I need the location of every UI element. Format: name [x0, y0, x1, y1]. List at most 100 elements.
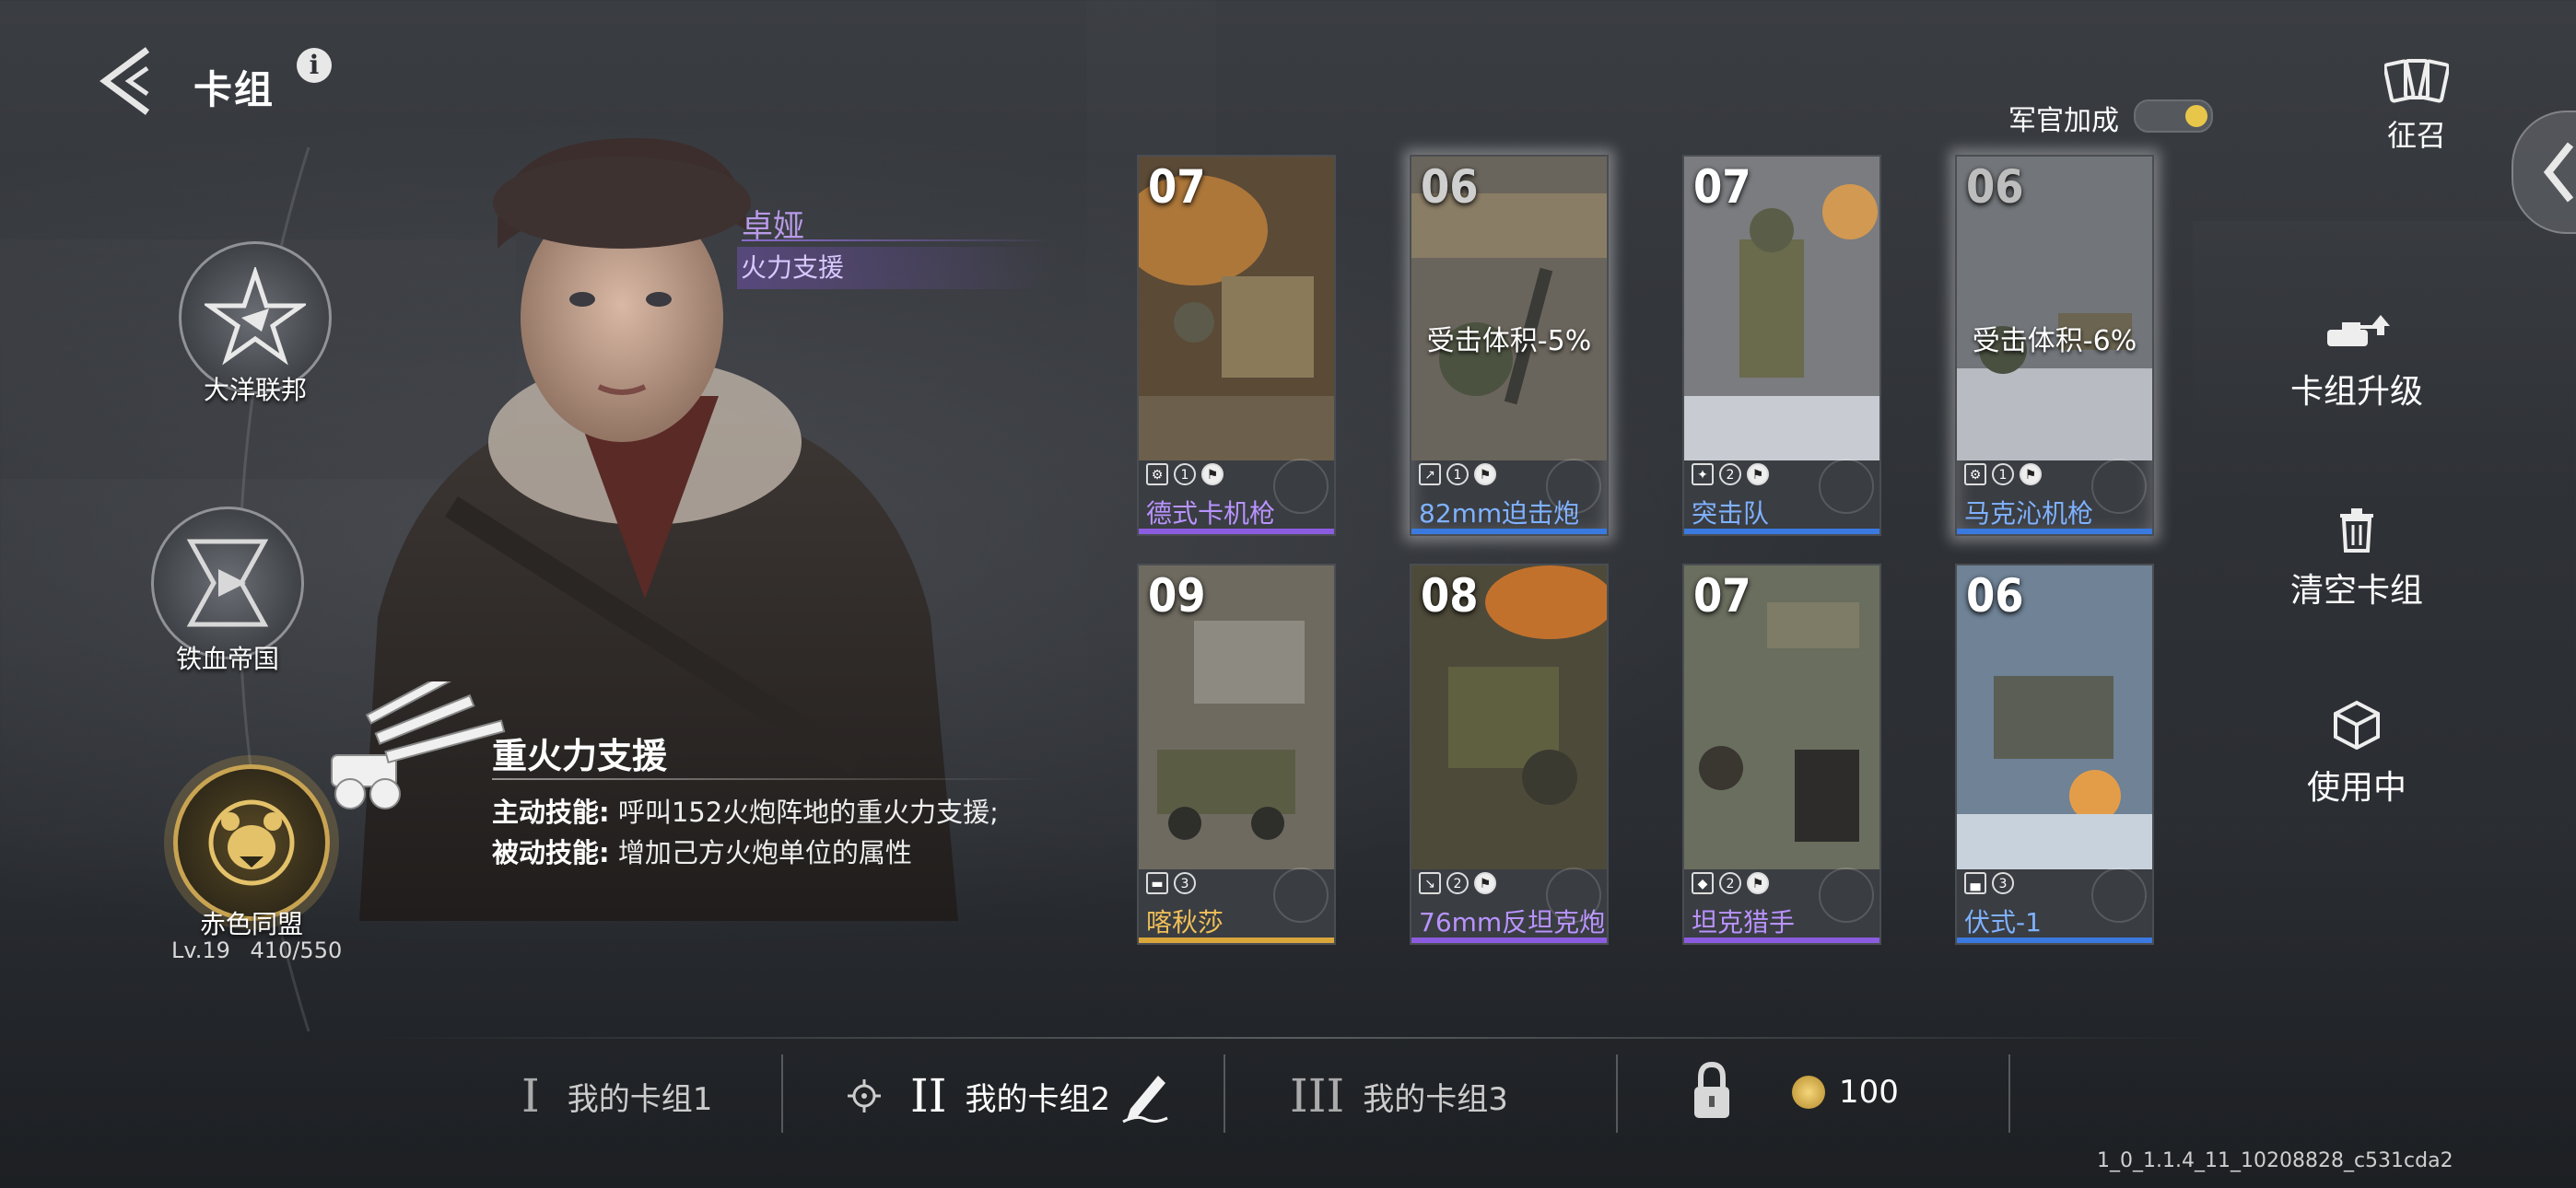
coin-amount: 100 [1839, 1074, 1899, 1111]
deck-label: 我的卡组1 [567, 1080, 713, 1118]
rarity-bar [1411, 938, 1607, 943]
flag-icon: ⚑ [1474, 463, 1496, 485]
rarity-bar [1684, 938, 1879, 943]
flag-icon: ⚑ [2020, 463, 2042, 485]
deck-label: 我的卡组3 [1363, 1080, 1508, 1118]
deck-tab-3[interactable]: III 我的卡组3 [1290, 1059, 1508, 1133]
unit-card[interactable]: 07 ◆ 2 ⚑ 坦克猎手 [1682, 564, 1881, 945]
officer-bonus-toggle[interactable] [2134, 99, 2213, 133]
flag-icon: ⚑ [1201, 463, 1224, 485]
tank-upgrade-icon [2327, 315, 2390, 346]
bear-logo-icon [2091, 868, 2147, 923]
unit-card[interactable]: 07 ✦ 2 ⚑ 突击队 [1682, 155, 1881, 536]
tab-separator [1224, 1054, 1225, 1133]
in-use-label: 使用中 [2306, 769, 2406, 807]
bear-logo-icon [1273, 459, 1329, 514]
deck-number: III [1290, 1069, 1345, 1123]
bear-logo-icon [1819, 459, 1874, 514]
deck-number: I [521, 1069, 540, 1123]
card-icons: ▬ 3 [1146, 869, 1196, 897]
unit-card[interactable]: 06 ▄ 3 伏式-1 [1955, 564, 2154, 945]
level-text: Lv.19 [171, 938, 230, 963]
in-use-button[interactable]: 使用中 [2265, 700, 2449, 809]
rarity-bar [1957, 529, 2152, 534]
card-cost: 06 [1421, 160, 1479, 214]
chevron-left-icon [2543, 142, 2574, 203]
bear-logo-icon [1273, 868, 1329, 923]
card-name: 德式卡机枪 [1146, 498, 1276, 529]
infantry-type-icon: ✦ [1692, 463, 1714, 485]
card-count: 2 [1719, 872, 1741, 894]
faction-ocean-federation[interactable]: 大洋联邦 [177, 241, 334, 405]
trash-icon [2340, 508, 2373, 553]
rocket-truck-type-icon: ▬ [1146, 872, 1168, 894]
faction-label: 铁血帝国 [175, 644, 279, 674]
recruit-button[interactable]: 征召 [2383, 57, 2451, 155]
unit-card[interactable]: 07 ⚙ 1 ⚑ 德式卡机枪 [1137, 155, 1336, 536]
anti-tank-type-icon: ↘ [1419, 872, 1441, 894]
faction-level: Lv.19 410/550 [171, 938, 342, 963]
flag-icon: ⚑ [1747, 463, 1769, 485]
passive-skill-text: 增加己方火炮单位的属性 [617, 837, 912, 868]
flag-icon: ⚑ [1474, 872, 1496, 894]
bear-emblem-icon [173, 764, 330, 921]
bear-logo-icon [1546, 459, 1601, 514]
flag-icon: ⚑ [1747, 872, 1769, 894]
faction-red-alliance[interactable]: 赤色同盟 [173, 764, 330, 939]
tab-separator [1616, 1054, 1618, 1133]
artillery-skill-icon [331, 681, 506, 809]
back-button[interactable] [92, 44, 166, 118]
active-skill-label: 主动技能: [492, 797, 610, 828]
deck-tab-2[interactable]: II 我的卡组2 [846, 1059, 1171, 1133]
skill-title: 重火力支援 [492, 736, 668, 776]
crosshair-icon [848, 1079, 881, 1112]
deck-upgrade-button[interactable]: 卡组升级 [2265, 313, 2449, 413]
grenade-type-icon: ◆ [1692, 872, 1714, 894]
faction-label: 赤色同盟 [199, 909, 303, 939]
deck-tab-1[interactable]: I 我的卡组1 [521, 1059, 712, 1133]
unit-card[interactable]: 06 受击体积-6% ⚙ 1 ⚑ 马克沁机枪 [1955, 155, 2154, 536]
unit-card[interactable]: 09 ▬ 3 喀秋莎 [1137, 564, 1336, 945]
card-cost: 06 [1966, 160, 2024, 214]
recruit-cards-icon [2383, 59, 2451, 103]
passive-skill-label: 被动技能: [492, 837, 610, 868]
edit-pen-icon[interactable] [1119, 1068, 1171, 1124]
card-cost: 07 [1693, 160, 1751, 214]
info-icon[interactable]: i [297, 48, 332, 83]
build-version: 1_0_1.1.4_11_10208828_c531cda2 [2097, 1149, 2453, 1172]
card-cost: 08 [1421, 569, 1479, 623]
card-count: 2 [1446, 872, 1469, 894]
rarity-bar [1684, 529, 1879, 534]
back-arrow-icon [100, 47, 150, 115]
machine-gun-type-icon: ⚙ [1146, 463, 1168, 485]
card-cost: 09 [1148, 569, 1206, 623]
card-name: 马克沁机枪 [1964, 498, 2094, 529]
unit-card[interactable]: 08 ↘ 2 ⚑ 76mm反坦克炮 [1410, 564, 1609, 945]
card-name: 突击队 [1692, 498, 1770, 529]
card-count: 3 [1174, 872, 1196, 894]
clear-deck-label: 清空卡组 [2289, 572, 2423, 610]
card-name: 伏式-1 [1964, 907, 2042, 938]
unit-card[interactable]: 06 受击体积-5% ↗ 1 ⚑ 82mm迫击炮 [1410, 155, 1609, 536]
rarity-bar [1957, 938, 2152, 943]
tab-separator [2008, 1054, 2010, 1133]
card-count: 1 [1174, 463, 1196, 485]
card-icons: ⚙ 1 ⚑ [1146, 460, 1224, 488]
bottom-divider [369, 1037, 2211, 1039]
card-cost: 07 [1693, 569, 1751, 623]
faction-iron-empire[interactable]: 铁血帝国 [149, 507, 306, 674]
iron-lion-emblem-icon [151, 507, 304, 659]
side-panel-toggle[interactable] [2512, 111, 2576, 234]
card-icons: ◆ 2 ⚑ [1692, 869, 1769, 897]
faction-label: 大洋联邦 [203, 375, 307, 405]
card-count: 3 [1992, 872, 2014, 894]
tank-type-icon: ▄ [1964, 872, 1986, 894]
card-icons: ↗ 1 ⚑ [1419, 460, 1496, 488]
rarity-bar [1411, 529, 1607, 534]
coin-icon [1792, 1076, 1825, 1109]
clear-deck-button[interactable]: 清空卡组 [2265, 507, 2449, 611]
card-name: 喀秋莎 [1146, 907, 1224, 938]
card-icons: ▄ 3 [1964, 869, 2014, 897]
commander-divider [742, 239, 1055, 241]
lock-icon[interactable] [1692, 1061, 1732, 1122]
